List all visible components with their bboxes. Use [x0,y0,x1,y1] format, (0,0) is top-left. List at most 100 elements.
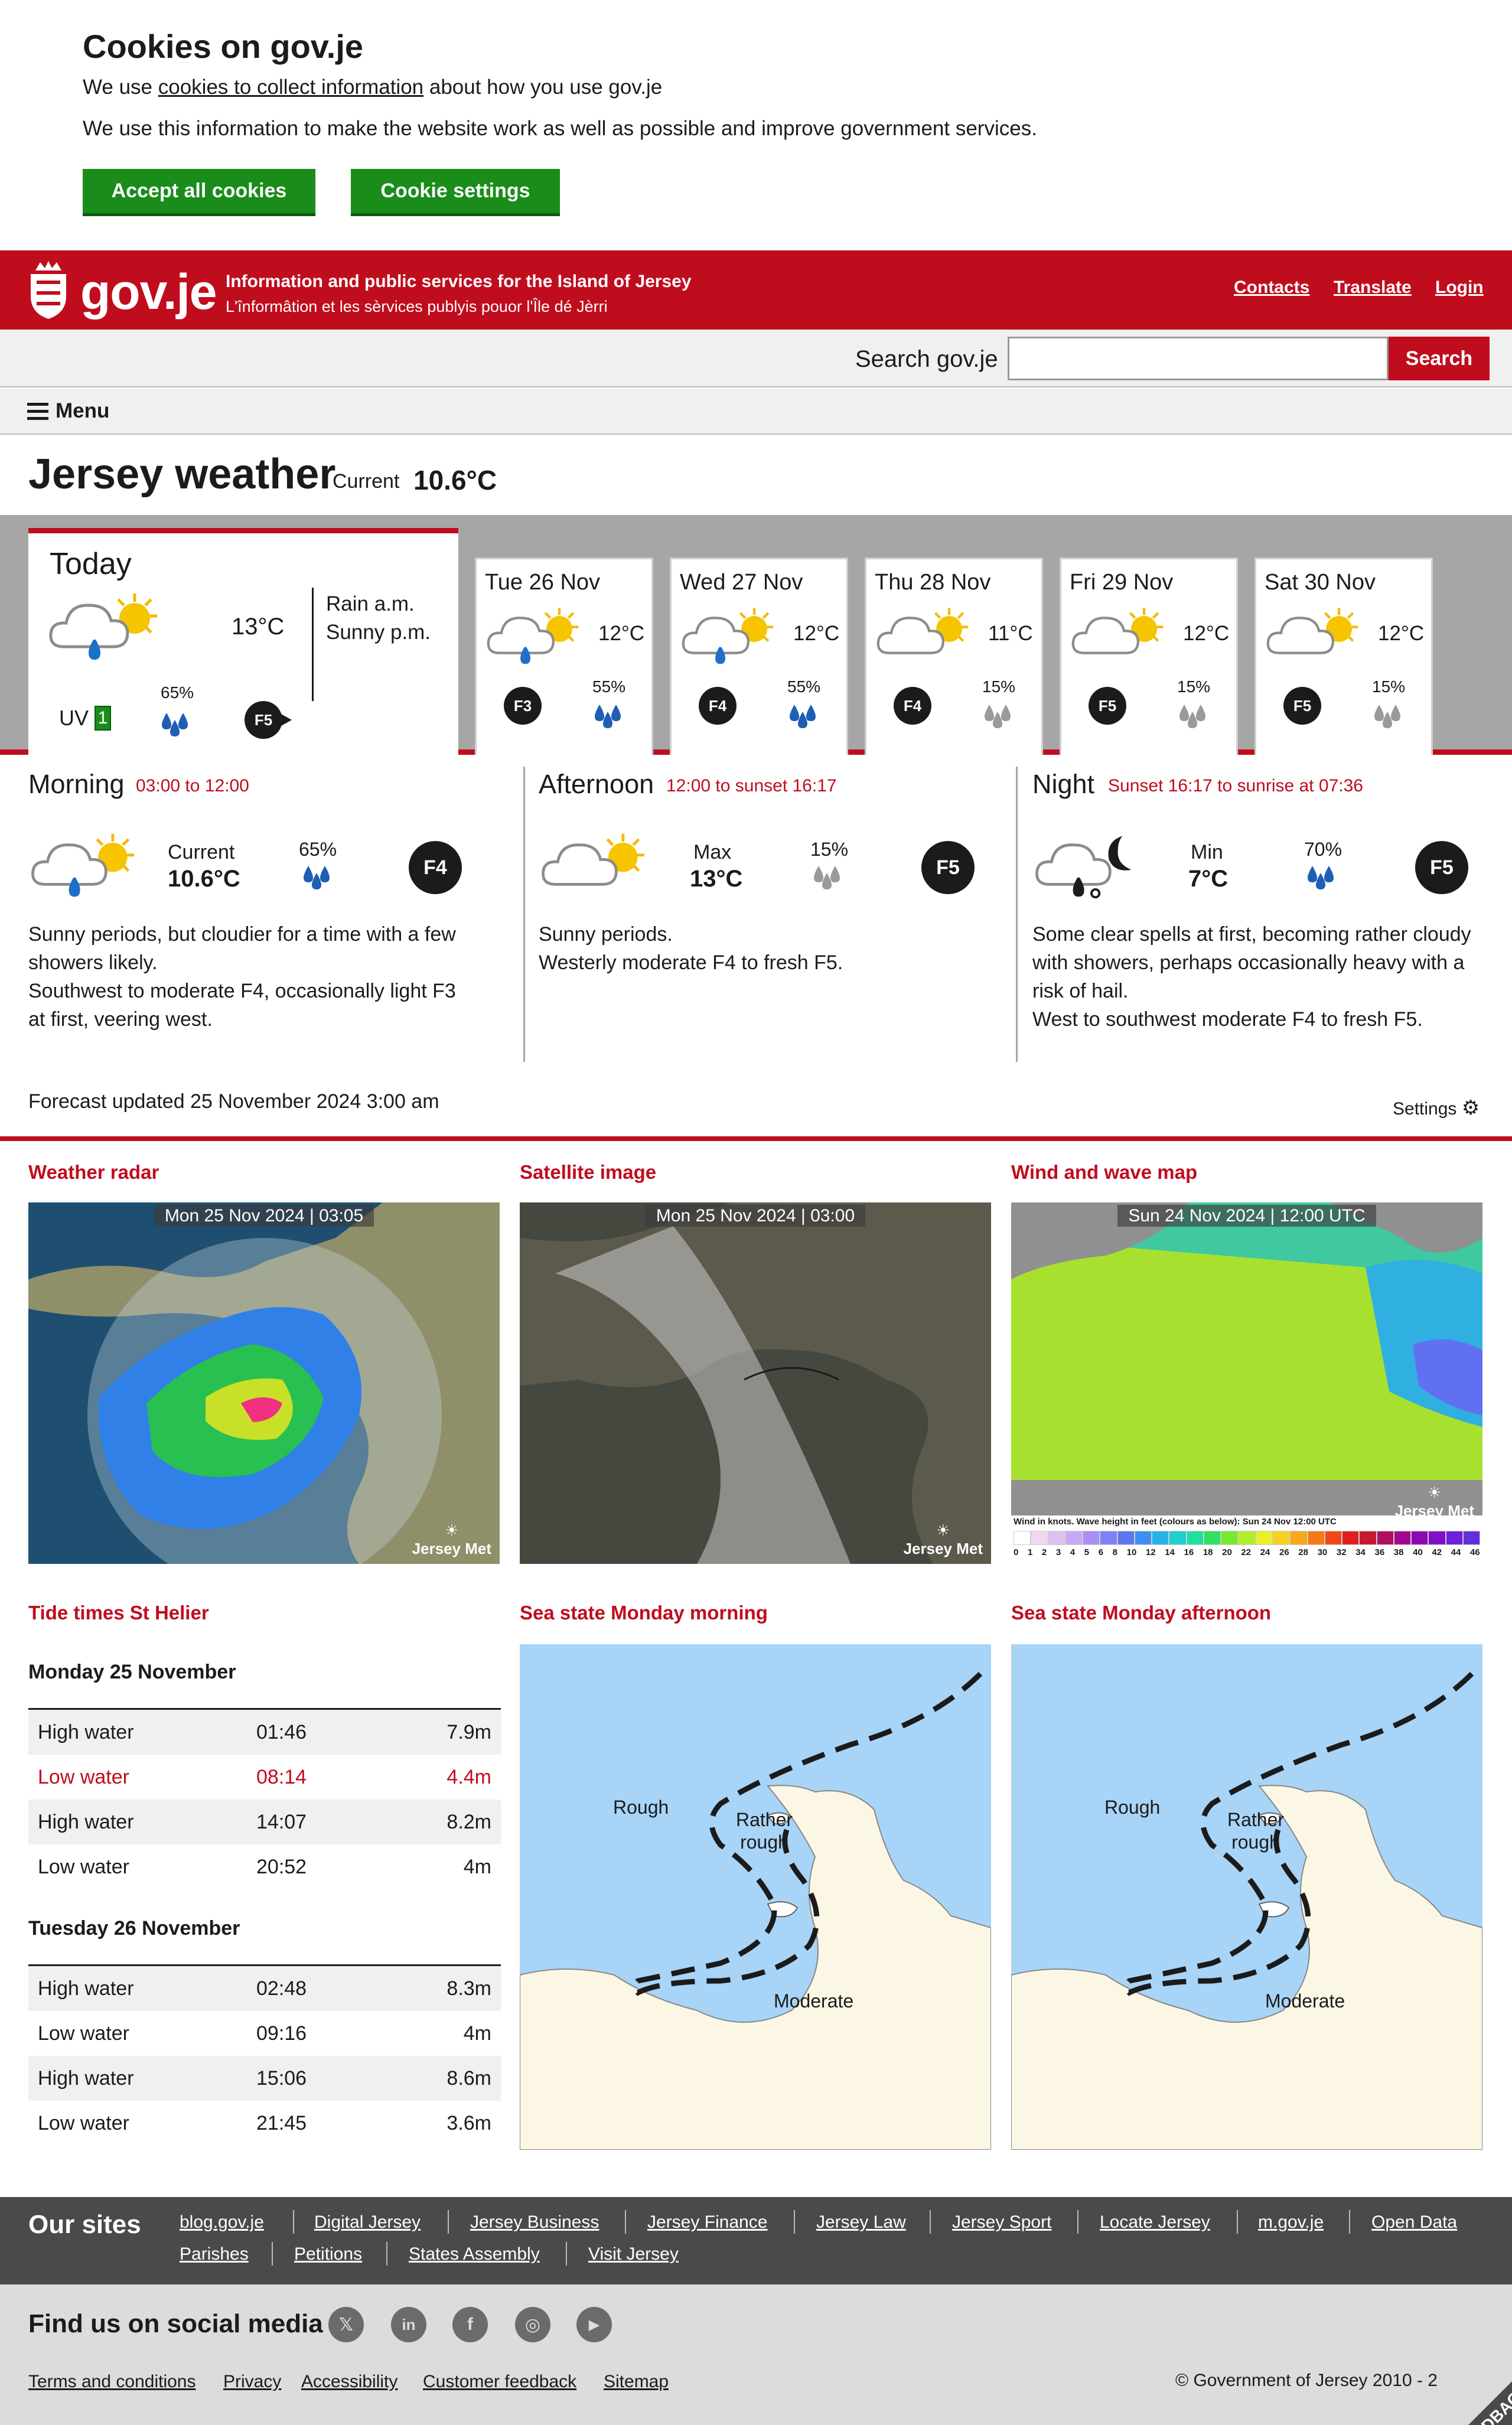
day-card-thu[interactable]: Thu 28 Nov 11°C F4 15% [865,558,1043,755]
day-rain-chance: 55% [592,677,626,696]
wind-wave-map[interactable]: Sun 24 Nov 2024 | 12:00 UTC ☀ Jersey Met … [1011,1202,1482,1564]
satellite-image-map[interactable]: Mon 25 Nov 2024 | 03:00 ☀ Jersey Met [520,1202,991,1564]
day-temperature: 11°C [988,622,1033,645]
jersey-met-logo: ☀ Jersey Met [1394,1484,1474,1520]
table-row: High water 14:07 8.2m [28,1800,501,1844]
sea-state-image [1011,1644,1482,2150]
site-link-parishes[interactable]: Parishes [180,2244,249,2264]
contacts-link[interactable]: Contacts [1234,278,1309,298]
day-temperature: 12°C [1183,622,1230,645]
jersey-crest-icon [31,261,66,319]
linkedin-icon[interactable]: in [391,2307,426,2342]
search-button[interactable]: Search [1389,337,1490,380]
scale-tick-label: 30 [1317,1547,1328,1557]
site-link-m-gov[interactable]: m.gov.je [1258,2212,1324,2232]
day-card-sat[interactable]: Sat 30 Nov 12°C F5 15% [1254,558,1433,755]
translate-link[interactable]: Translate [1334,278,1412,298]
satellite-title[interactable]: Satellite image [520,1161,656,1184]
terms-link[interactable]: Terms and conditions [28,2372,195,2392]
site-link-jersey-business[interactable]: Jersey Business [470,2212,599,2232]
day-card-wed[interactable]: Wed 27 Nov 12°C F4 55% [670,558,848,755]
wind-force-badge: F5 [1089,687,1126,725]
weather-radar-map[interactable]: Mon 25 Nov 2024 | 03:05 ☀ Jersey Met [28,1202,500,1564]
menu-button[interactable]: Menu [56,399,109,423]
customer-feedback-link[interactable]: Customer feedback [423,2372,576,2392]
accessibility-link[interactable]: Accessibility [301,2372,397,2392]
site-link-locate-jersey[interactable]: Locate Jersey [1100,2212,1210,2232]
scale-tick-label: 46 [1469,1547,1480,1557]
site-link-jersey-finance[interactable]: Jersey Finance [647,2212,767,2232]
tide-table-tuesday: High water 02:48 8.3m Low water 09:16 4m Hig… [28,1964,501,2146]
instagram-icon[interactable]: ◎ [515,2307,550,2342]
cookie-settings-button[interactable]: Cookie settings [351,169,560,216]
site-link-visit-jersey[interactable]: Visit Jersey [588,2244,679,2264]
day-name: Fri 29 Nov [1070,570,1174,595]
sitemap-link[interactable]: Sitemap [604,2372,669,2392]
site-link-open-data[interactable]: Open Data [1371,2212,1457,2232]
sea-state-afternoon-map[interactable]: Rough Rather rough Moderate [1011,1644,1482,2150]
day-temperature: 12°C [598,622,645,645]
privacy-link[interactable]: Privacy [223,2372,281,2392]
sea-morning-title[interactable]: Sea state Monday morning [520,1602,768,1624]
radar-title[interactable]: Weather radar [28,1161,159,1184]
period-title: Night [1032,769,1095,799]
site-link-jersey-sport[interactable]: Jersey Sport [952,2212,1051,2232]
hamburger-menu-icon[interactable] [27,403,48,421]
tide-table-monday: High water 01:46 7.9m Low water 08:14 4.4m H… [28,1708,501,1889]
day-card-tue[interactable]: Tue 26 Nov 12°C F3 55% [475,558,653,755]
twitter-icon[interactable]: 𝕏 [328,2307,364,2342]
period-night: Night Sunset 16:17 to sunrise at 07:36 M… [1032,762,1505,1063]
search-bar: Search gov.je Search [0,330,1512,387]
youtube-icon[interactable]: ▶ [576,2307,612,2342]
scale-tick-label: 36 [1374,1547,1385,1557]
uv-badge: 1 [94,706,111,731]
day-rain-chance: 15% [1177,677,1211,696]
scale-tick-label: 14 [1165,1547,1175,1557]
period-range: Sunset 16:17 to sunrise at 07:36 [1108,776,1363,796]
sea-label-rough: Rough [613,1797,669,1818]
cookie-info-link[interactable]: cookies to collect information [158,76,423,99]
feedback-tab[interactable]: FEEDBACK [1388,2321,1512,2425]
period-description: Sunny periods. Westerly moderate F4 to fr… [539,923,843,974]
scale-tick-label: 2 [1041,1547,1047,1557]
scale-tick-label: 44 [1451,1547,1461,1557]
sea-afternoon-title[interactable]: Sea state Monday afternoon [1011,1602,1271,1624]
settings-button[interactable]: Settings ⚙ [1393,1096,1480,1120]
raindrops-icon [162,713,188,736]
moon-cloud-hail-icon [1035,836,1132,899]
login-link[interactable]: Login [1435,278,1484,298]
site-header: gov.je Information and public services f… [0,250,1512,330]
day-card-fri[interactable]: Fri 29 Nov 12°C F5 15% [1060,558,1238,755]
site-link-blog[interactable]: blog.gov.je [180,2212,264,2232]
wave-scale-labels: 0 1 2 3 4 5 6 8 10 12 14 16 18 20 22 24 26 28 30 32 34 36 38 40… [1014,1547,1480,1557]
period-afternoon: Afternoon 12:00 to sunset 16:17 Max 13°C… [539,762,1011,1063]
raindrops-icon [790,705,816,728]
radar-image [28,1202,500,1564]
sun-cloud-rain-icon [487,608,579,664]
search-input[interactable] [1008,337,1389,380]
facebook-icon[interactable]: f [452,2307,488,2342]
day-name: Wed 27 Nov [680,570,803,595]
today-desc-am: Rain a.m. [326,592,415,615]
site-link-states-assembly[interactable]: States Assembly [409,2244,540,2264]
sea-state-morning-map[interactable]: Rough Rather rough Moderate [520,1644,991,2150]
site-link-petitions[interactable]: Petitions [294,2244,362,2264]
wind-wave-title[interactable]: Wind and wave map [1011,1161,1197,1184]
accept-cookies-button[interactable]: Accept all cookies [83,169,315,216]
period-rain-chance: 65% [299,839,337,860]
site-link-digital-jersey[interactable]: Digital Jersey [314,2212,421,2232]
wind-force-badge: F3 [504,687,542,725]
menu-bar: Menu [0,389,1512,435]
sea-state-image [520,1644,991,2150]
tagline-jerriais: L'înformâtion et les sèrvices publyis po… [226,298,608,315]
jersey-met-logo: ☀ Jersey Met [903,1521,983,1557]
scale-tick-label: 42 [1432,1547,1442,1557]
table-row: Low water 09:16 4m [38,2022,491,2045]
current-label: Current [333,470,400,493]
scale-tick-label: 0 [1014,1547,1019,1557]
satellite-image [520,1202,991,1564]
site-link-jersey-law[interactable]: Jersey Law [816,2212,906,2232]
feedback-label: FEEDBACK [1455,2380,1512,2425]
site-logo[interactable]: gov.je [80,263,217,321]
today-card[interactable]: Today 13°C Rain a.m. Sunny p.m. UV 1 65%… [28,528,458,755]
